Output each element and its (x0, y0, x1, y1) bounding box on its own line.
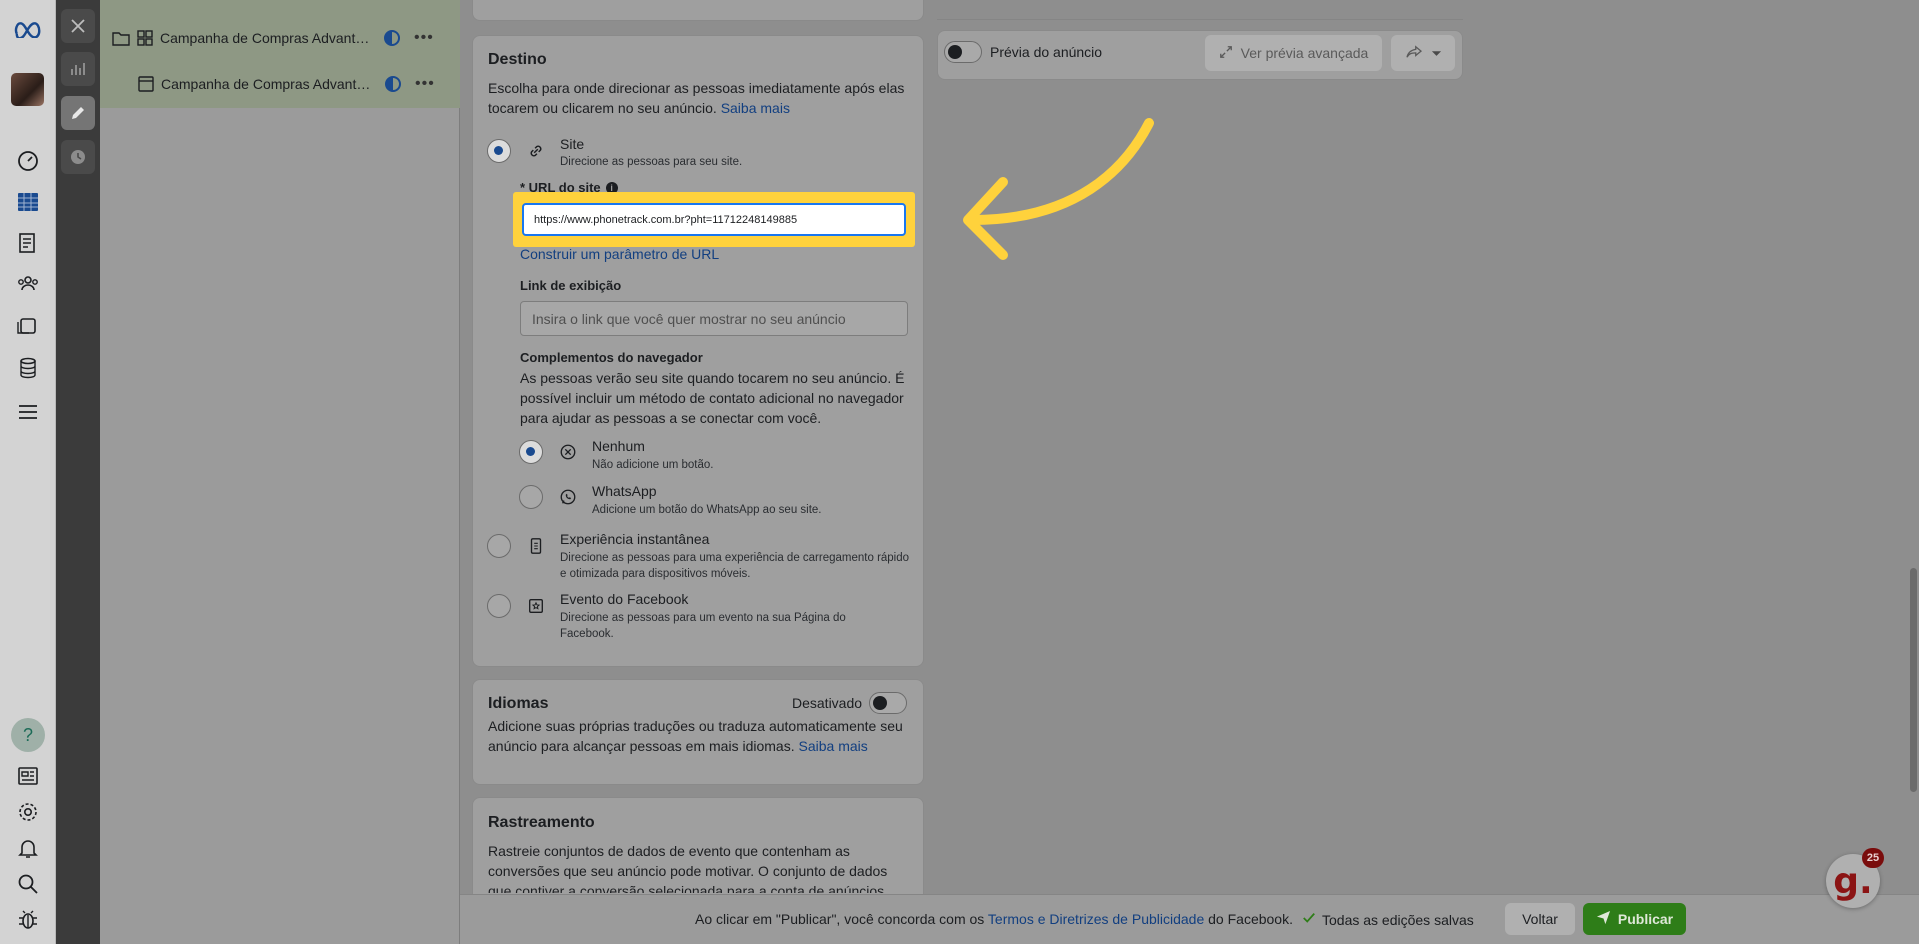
languages-toggle-label: Desativado (792, 695, 863, 711)
languages-title: Idiomas (488, 695, 549, 712)
site-option-desc: Direcione as pessoas para seu site. (560, 156, 743, 168)
previous-card (472, 0, 924, 21)
ad-name: Campanha de Compras Advantage+ (161, 76, 371, 92)
preview-top-border (937, 0, 1463, 20)
share-icon (1405, 44, 1423, 62)
folder-icon (112, 29, 130, 47)
chevron-down-icon (1431, 45, 1442, 61)
whatsapp-option-desc: Adicione um botão do WhatsApp ao seu sit… (592, 504, 822, 516)
tracking-description: Rastreie conjuntos de dados de evento qu… (488, 843, 888, 893)
close-icon[interactable] (61, 9, 95, 43)
more-options-icon[interactable]: ••• (415, 75, 435, 93)
browser-addons-title: Complementos do navegador (520, 350, 703, 365)
ad-preview-label: Prévia do anúncio (990, 44, 1103, 60)
grid-icon (136, 29, 154, 47)
whatsapp-option-title: WhatsApp (592, 483, 657, 499)
edit-pencil-icon[interactable] (61, 96, 95, 130)
whatsapp-icon (558, 487, 578, 507)
tree-row-ad[interactable]: Campanha de Compras Advantage+ ••• (100, 63, 460, 105)
tree-row-campaign[interactable]: Campanha de Compras Advantage+ ••• (100, 17, 460, 59)
meta-logo-icon[interactable] (10, 10, 46, 46)
build-url-parameter-link[interactable]: Construir um parâmetro de URL (520, 244, 719, 264)
radio-facebook-event[interactable] (487, 594, 511, 618)
audiences-icon[interactable] (10, 266, 46, 302)
tracking-title: Rastreamento (488, 814, 595, 831)
more-options-icon[interactable]: ••• (414, 29, 434, 47)
ad-preview-toggle[interactable] (944, 41, 982, 63)
checkmark-icon (1302, 911, 1316, 928)
notification-badge: 25 (1862, 848, 1884, 868)
save-status: Todas as edições salvas (1302, 911, 1474, 928)
avatar[interactable] (11, 73, 44, 106)
bug-report-icon[interactable] (10, 902, 46, 938)
event-star-icon (526, 596, 546, 616)
send-icon (1596, 910, 1611, 928)
destination-description: Escolha para onde direcionar as pessoas … (488, 80, 905, 116)
status-half-circle-icon (385, 76, 401, 92)
instant-option-title: Experiência instantânea (560, 531, 710, 547)
link-icon (526, 141, 546, 161)
share-dropdown-button[interactable] (1391, 35, 1455, 71)
ad-icon (137, 75, 155, 93)
display-link-label: Link de exibição (520, 278, 622, 293)
campaign-tree-panel: Campanha de Compras Advantage+ ••• Campa… (100, 0, 460, 944)
advanced-preview-button[interactable]: Ver prévia avançada (1205, 35, 1382, 71)
footer-bar: Ao clicar em "Publicar", você concorda c… (460, 894, 1919, 944)
none-option-desc: Não adicione um botão. (592, 459, 714, 471)
notifications-icon[interactable] (10, 830, 46, 866)
radio-site[interactable] (487, 139, 511, 163)
history-clock-icon[interactable] (61, 140, 95, 174)
display-link-input[interactable] (520, 301, 908, 336)
search-icon[interactable] (10, 866, 46, 902)
mobile-phone-icon (526, 536, 546, 556)
terms-link[interactable]: Termos e Diretrizes de Publicidade (988, 911, 1204, 927)
settings-icon[interactable] (10, 794, 46, 830)
help-icon[interactable]: ? (11, 718, 45, 752)
none-option-title: Nenhum (592, 438, 645, 454)
instant-option-desc: Direcione as pessoas para uma experiênci… (560, 552, 910, 580)
x-circle-icon (558, 442, 578, 462)
learn-more-link[interactable]: Saiba mais (721, 100, 790, 116)
pages-icon[interactable] (10, 225, 46, 261)
radio-none[interactable] (519, 440, 543, 464)
destination-title: Destino (488, 51, 547, 68)
news-icon[interactable] (10, 758, 46, 794)
browser-addons-desc: As pessoas verão seu site quando tocarem… (520, 370, 905, 426)
languages-learn-more-link[interactable]: Saiba mais (799, 738, 868, 754)
languages-description: Adicione suas próprias traduções ou trad… (488, 718, 903, 754)
data-sources-icon[interactable] (10, 350, 46, 386)
site-option-title: Site (560, 136, 585, 152)
charts-icon[interactable] (61, 52, 95, 86)
ads-manager-table-icon[interactable] (10, 184, 46, 220)
expand-icon (1219, 45, 1233, 62)
terms-text: Ao clicar em "Publicar", você concorda c… (695, 911, 1293, 927)
left-navigation: ? (0, 0, 56, 944)
publish-button[interactable]: Publicar (1583, 903, 1686, 935)
editor-tool-strip (56, 0, 100, 944)
status-half-circle-icon (384, 30, 400, 46)
event-option-desc: Direcione as pessoas para um evento na s… (560, 612, 846, 640)
yellow-arrow-annotation (963, 118, 1154, 260)
radio-instant-experience[interactable] (487, 534, 511, 558)
event-option-title: Evento do Facebook (560, 591, 689, 607)
media-library-icon[interactable] (10, 308, 46, 344)
back-button[interactable]: Voltar (1505, 903, 1575, 935)
languages-toggle[interactable] (869, 692, 907, 714)
radio-whatsapp[interactable] (519, 485, 543, 509)
campaign-name: Campanha de Compras Advantage+ (160, 30, 370, 46)
scrollbar[interactable] (1910, 568, 1917, 792)
dashboard-icon[interactable] (10, 142, 46, 178)
menu-icon[interactable] (10, 394, 46, 430)
site-url-input[interactable] (522, 203, 906, 236)
